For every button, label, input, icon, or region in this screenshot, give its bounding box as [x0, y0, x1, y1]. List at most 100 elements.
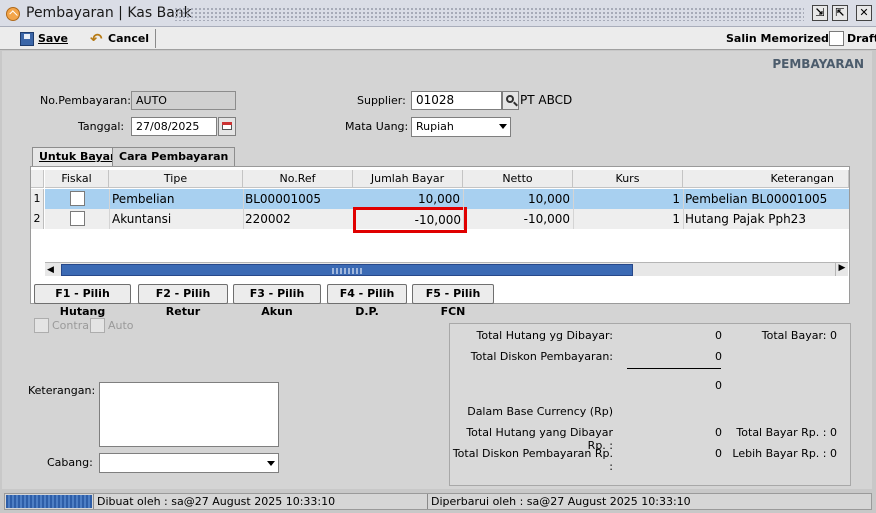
fiskal-checkbox[interactable] [70, 211, 85, 226]
total-hutang-value: 0 [715, 329, 722, 342]
scrollbar-grip [332, 268, 362, 274]
horizontal-scrollbar[interactable]: ◀ ▶ [45, 262, 848, 276]
column-header-kurs[interactable]: Kurs [573, 170, 683, 188]
total-bayar-label-text: Total Bayar: [761, 329, 827, 342]
pilih-dp-button[interactable]: F4 - Pilih D.P. [327, 284, 407, 318]
draft-label: Draft [847, 32, 876, 45]
contra-checkbox[interactable] [34, 318, 49, 333]
total-hutang-label: Total Hutang yg Dibayar: [476, 329, 613, 342]
cell-netto[interactable]: 10,000 [463, 189, 570, 209]
subtotal-value: 0 [715, 379, 722, 392]
total-bayar-rp: Total Bayar Rp. : 0 [736, 426, 837, 439]
pilih-akun-button[interactable]: F3 - Pilih Akun [233, 284, 321, 318]
scrollbar-thumb[interactable] [61, 264, 633, 276]
cell-keterangan[interactable]: Pembelian BL00001005 [685, 189, 847, 209]
maximize-icon[interactable]: ⇱ [832, 5, 848, 21]
total-diskon-label: Total Diskon Pembayaran: [470, 350, 613, 363]
column-divider [109, 189, 110, 229]
no-pembayaran-field: AUTO [131, 91, 236, 110]
total-bayar-label: Total Bayar: 0 [762, 329, 837, 342]
cell-jumlah-bayar[interactable]: 10,000 [353, 189, 460, 209]
cell-no-ref[interactable]: 220002 [245, 209, 351, 229]
total-bayar-value: 0 [830, 329, 837, 342]
cell-kurs[interactable]: 1 [573, 209, 680, 229]
contra-label: Contra [52, 319, 89, 332]
tab-untuk-bayar[interactable]: Untuk Bayar [32, 147, 123, 167]
total-diskon-rp-label: Total Diskon Pembayaran Rp. : [452, 447, 613, 473]
title-bar-grip [174, 7, 804, 21]
fiskal-checkbox[interactable] [70, 191, 85, 206]
app-icon [6, 7, 20, 21]
row-number: 1 [31, 189, 44, 209]
created-by-text: Dibuat oleh : sa@27 August 2025 10:33:10 [97, 495, 336, 508]
row-header-corner [31, 170, 44, 188]
keterangan-label: Keterangan: [28, 384, 96, 397]
pilih-retur-button[interactable]: F2 - Pilih Retur [138, 284, 228, 318]
cell-kurs[interactable]: 1 [573, 189, 680, 209]
column-header-tipe[interactable]: Tipe [109, 170, 243, 188]
total-bayar-rp-value: 0 [830, 426, 837, 439]
tanggal-field[interactable]: 27/08/2025 [131, 117, 217, 136]
save-button[interactable]: Save [18, 29, 68, 49]
tab-untuk-bayar-label: Untuk Bayar [39, 150, 116, 163]
base-currency-label: Dalam Base Currency (Rp) [467, 405, 613, 418]
tanggal-label: Tanggal: [78, 120, 125, 133]
calendar-icon[interactable] [218, 117, 236, 136]
cancel-button[interactable]: ↶ Cancel [88, 29, 149, 49]
row-number: 2 [31, 209, 44, 229]
save-label: Save [38, 32, 68, 45]
subtotal-divider [627, 368, 721, 369]
scroll-left-icon[interactable]: ◀ [47, 265, 54, 275]
draft-checkbox[interactable] [829, 31, 844, 46]
scroll-right-icon[interactable]: ▶ [835, 262, 848, 276]
column-header-fiskal[interactable]: Fiskal [45, 170, 109, 188]
cabang-label: Cabang: [47, 456, 93, 469]
pilih-fcn-button[interactable]: F5 - Pilih FCN [412, 284, 494, 318]
status-divider [93, 494, 94, 509]
lebih-bayar-rp-label: Lebih Bayar Rp. : [732, 447, 827, 460]
cell-keterangan[interactable]: Hutang Pajak Pph23 [685, 209, 847, 229]
title-bar: Pembayaran | Kas Bank ⇲ ⇱ ✕ [0, 0, 876, 27]
mata-uang-label: Mata Uang: [345, 120, 409, 133]
keterangan-textarea[interactable] [99, 382, 279, 447]
cell-jumlah-bayar-highlighted[interactable]: -10,000 [353, 207, 467, 233]
summary-panel: Total Hutang yg Dibayar: 0 Total Bayar: … [449, 323, 851, 486]
toolbar: Save ↶ Cancel Salin Memorized Draft [0, 27, 876, 50]
supplier-label: Supplier: [357, 94, 406, 107]
status-divider [427, 494, 428, 509]
window-title: Pembayaran | Kas Bank [26, 5, 192, 21]
close-icon[interactable]: ✕ [856, 5, 872, 21]
toolbar-divider [155, 29, 156, 48]
tab-cara-pembayaran[interactable]: Cara Pembayaran [112, 147, 236, 166]
cell-tipe[interactable]: Pembelian [112, 189, 242, 209]
column-header-no-ref[interactable]: No.Ref [243, 170, 353, 188]
supplier-field[interactable]: 01028 [411, 91, 502, 110]
total-diskon-value: 0 [715, 350, 722, 363]
no-pembayaran-label: No.Pembayaran: [40, 94, 131, 107]
column-divider [683, 189, 684, 229]
restore-icon[interactable]: ⇲ [812, 5, 828, 21]
column-header-jumlah-bayar[interactable]: Jumlah Bayar [353, 170, 463, 188]
auto-checkbox[interactable] [90, 318, 105, 333]
mata-uang-select[interactable]: Rupiah [411, 117, 511, 137]
lebih-bayar-rp-value: 0 [830, 447, 837, 460]
status-bar: Dibuat oleh : sa@27 August 2025 10:33:10… [4, 493, 872, 510]
floppy-disk-icon [20, 32, 34, 46]
cell-netto[interactable]: -10,000 [463, 209, 570, 229]
column-header-netto[interactable]: Netto [463, 170, 573, 188]
column-header-keterangan[interactable]: Keterangan [683, 170, 849, 188]
cell-no-ref[interactable]: BL00001005 [245, 189, 351, 209]
column-divider [573, 189, 574, 229]
salin-memorized-button[interactable]: Salin Memorized [726, 32, 829, 45]
updated-by-text: Diperbarui oleh : sa@27 August 2025 10:3… [431, 495, 691, 508]
cabang-select[interactable] [99, 453, 279, 473]
cell-tipe[interactable]: Akuntansi [112, 209, 242, 229]
mata-uang-value: Rupiah [416, 120, 454, 133]
search-icon[interactable] [502, 91, 519, 110]
supplier-name: PT ABCD [520, 93, 573, 107]
total-bayar-rp-label: Total Bayar Rp. : [736, 426, 827, 439]
section-title: PEMBAYARAN [772, 57, 864, 71]
total-diskon-rp-value: 0 [715, 447, 722, 460]
column-divider [463, 189, 464, 229]
pilih-hutang-button[interactable]: F1 - Pilih Hutang [34, 284, 131, 318]
